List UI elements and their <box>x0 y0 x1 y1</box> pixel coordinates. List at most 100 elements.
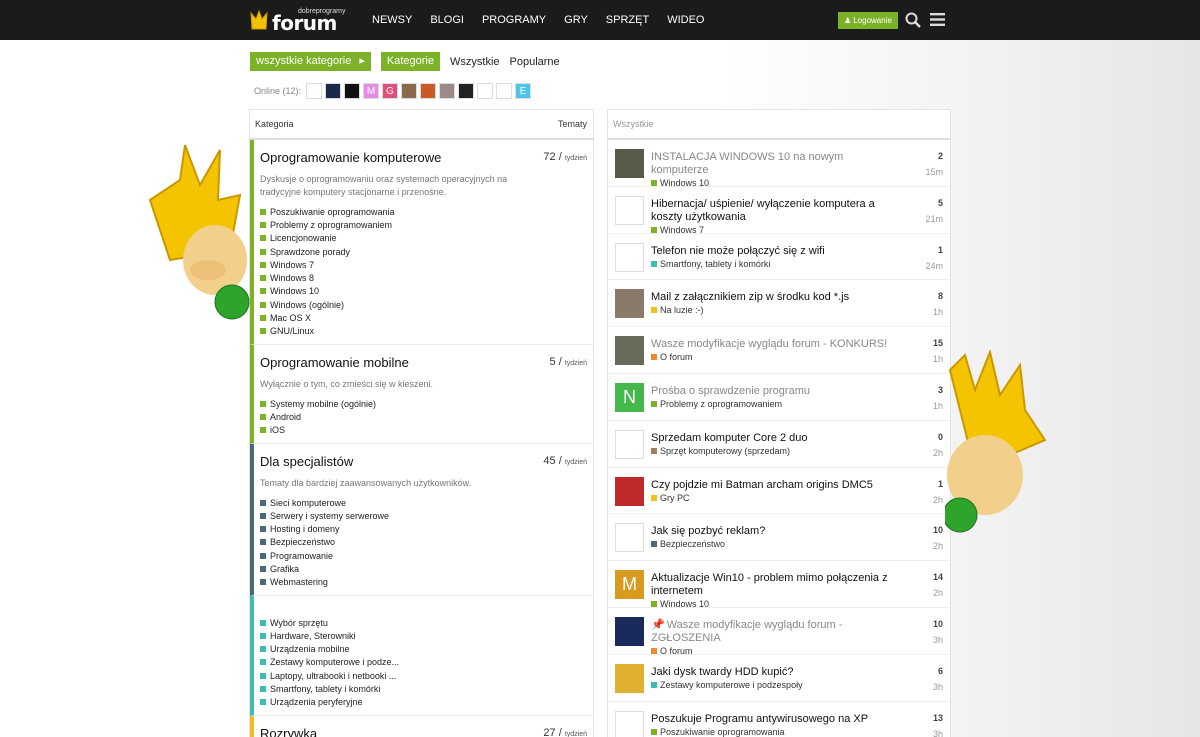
subcategory-link[interactable]: Wybór sprzętu <box>260 616 585 629</box>
topic-category[interactable]: Sprzęt komputerowy (sprzedam) <box>651 446 950 456</box>
topic-row[interactable]: Poszukuje Programu antywirusowego na XP P… <box>608 702 950 737</box>
nav-wideo[interactable]: WIDEO <box>667 14 704 26</box>
category-title[interactable]: Oprogramowanie komputerowe <box>260 150 585 165</box>
subcategory-link[interactable]: Windows 7 <box>260 258 585 271</box>
topic-author-avatar[interactable] <box>615 195 644 225</box>
nav-blogi[interactable]: BLOGI <box>430 14 464 26</box>
hamburger-menu-icon[interactable] <box>930 13 945 29</box>
subcategory-link[interactable]: Windows (ogólnie) <box>260 298 585 311</box>
topic-author-avatar[interactable] <box>615 149 644 178</box>
topic-category[interactable]: Zestawy komputerowe i podzespoły <box>651 680 950 690</box>
topic-title[interactable]: Hibernacja/ uśpienie/ wyłączenie kompute… <box>651 187 901 224</box>
subcategory-link[interactable]: Urządzenia peryferyjne <box>260 696 585 709</box>
subcategory-link[interactable]: Mac OS X <box>260 311 585 324</box>
subcategory-link[interactable]: Hosting i domeny <box>260 522 585 535</box>
subcategory-link[interactable]: Sieci komputerowe <box>260 496 585 509</box>
topic-author-avatar[interactable] <box>615 429 644 459</box>
topic-author-avatar[interactable] <box>615 476 644 506</box>
online-user-avatar[interactable]: G <box>382 83 399 99</box>
tab-kategorie[interactable]: Kategorie <box>380 52 440 71</box>
topic-row[interactable]: Wasze modyfikacje wyglądu forum - KONKUR… <box>608 327 950 374</box>
online-user-avatar[interactable] <box>420 83 437 99</box>
subcategory-link[interactable]: Bezpieczeństwo <box>260 536 585 549</box>
topic-title[interactable]: Wasze modyfikacje wyglądu forum - KONKUR… <box>651 327 901 351</box>
topic-title[interactable]: Sprzedam komputer Core 2 duo <box>651 421 901 445</box>
topic-row[interactable]: Hibernacja/ uśpienie/ wyłączenie kompute… <box>608 187 950 235</box>
subcategory-link[interactable]: Windows 10 <box>260 285 585 298</box>
subcategory-link[interactable]: Problemy z oprogramowaniem <box>260 218 585 231</box>
topic-row[interactable]: Mail z załącznikiem zip w środku kod *.j… <box>608 280 950 328</box>
topic-row[interactable]: M Aktualizacje Win10 - problem mimo połąc… <box>608 561 950 609</box>
online-user-avatar[interactable]: E <box>515 83 532 99</box>
topic-title[interactable]: INSTALACJA WINDOWS 10 na nowym komputerz… <box>651 140 901 177</box>
topic-title[interactable]: Czy pojdzie mi Batman archam origins DMC… <box>651 468 901 492</box>
topic-title[interactable]: Jak się pozbyć reklam? <box>651 514 901 538</box>
subcategory-link[interactable]: Grafika <box>260 562 585 575</box>
topic-row[interactable]: 📌 Wasze modyfikacje wyglądu forum - ZGŁOS… <box>608 608 950 656</box>
subcategory-link[interactable]: iOS <box>260 424 585 437</box>
topic-title[interactable]: Telefon nie może połączyć się z wifi <box>651 234 901 258</box>
subcategory-link[interactable]: Laptopy, ultrabooki i netbooki ... <box>260 669 585 682</box>
topic-author-avatar[interactable] <box>615 710 644 737</box>
subcategory-link[interactable]: Sprawdzone porady <box>260 245 585 258</box>
online-user-avatar[interactable] <box>344 83 361 99</box>
nav-newsy[interactable]: NEWSY <box>372 14 412 26</box>
topic-title[interactable]: Poszukuje Programu antywirusowego na XP <box>651 702 901 726</box>
topic-category[interactable]: Problemy z oprogramowaniem <box>651 399 950 409</box>
login-button[interactable]: ♟ Logowanie <box>838 12 898 29</box>
category-dropdown[interactable]: wszystkie kategorie ▸ <box>250 52 371 71</box>
topic-category[interactable]: Bezpieczeństwo <box>651 539 950 549</box>
subcategory-link[interactable]: Urządzenia mobilne <box>260 643 585 656</box>
subcategory-link[interactable]: Android <box>260 410 585 423</box>
topic-author-avatar[interactable]: M <box>615 570 644 600</box>
topic-author-avatar[interactable] <box>615 289 644 319</box>
online-user-avatar[interactable] <box>496 83 513 99</box>
subcategory-link[interactable]: Zestawy komputerowe i podze... <box>260 656 585 669</box>
topic-row[interactable]: Telefon nie może połączyć się z wifi Smar… <box>608 234 950 281</box>
subcategory-link[interactable]: GNU/Linux <box>260 325 585 338</box>
subcategory-link[interactable]: Serwery i systemy serwerowe <box>260 509 585 522</box>
topic-title[interactable]: Jaki dysk twardy HDD kupić? <box>651 655 901 679</box>
nav-gry[interactable]: GRY <box>564 14 588 26</box>
nav-programy[interactable]: PROGRAMY <box>482 14 546 26</box>
topic-author-avatar[interactable] <box>615 242 644 272</box>
online-user-avatar[interactable]: M <box>363 83 380 99</box>
topic-author-avatar[interactable] <box>615 663 644 693</box>
subcategory-link[interactable]: Licencjonowanie <box>260 232 585 245</box>
subcategory-link[interactable]: Smartfony, tablety i komórki <box>260 682 585 695</box>
topic-category[interactable]: Smartfony, tablety i komórki <box>651 259 950 269</box>
topic-author-avatar[interactable] <box>615 336 644 366</box>
topic-row[interactable]: INSTALACJA WINDOWS 10 na nowym komputerz… <box>608 140 950 188</box>
topic-title[interactable]: 📌 Wasze modyfikacje wyglądu forum - ZGŁOS… <box>651 608 901 645</box>
topic-category[interactable]: Na luzie :-) <box>651 305 950 315</box>
online-user-avatar[interactable] <box>477 83 494 99</box>
category-title[interactable]: Oprogramowanie mobilne <box>260 355 585 370</box>
topic-row[interactable]: Sprzedam komputer Core 2 duo Sprzęt kompu… <box>608 421 950 468</box>
tab-popularne[interactable]: Popularne <box>510 56 560 68</box>
category-title[interactable]: Rozrywka <box>260 726 585 737</box>
subcategory-link[interactable]: Poszukiwanie oprogramowania <box>260 205 585 218</box>
online-user-avatar[interactable] <box>439 83 456 99</box>
online-user-avatar[interactable] <box>401 83 418 99</box>
subcategory-link[interactable]: Windows 8 <box>260 271 585 284</box>
topic-author-avatar[interactable] <box>615 616 644 646</box>
subcategory-link[interactable]: Systemy mobilne (ogólnie) <box>260 397 585 410</box>
subcategory-link[interactable]: Hardware, Sterowniki <box>260 629 585 642</box>
topic-author-avatar[interactable]: N <box>615 382 644 412</box>
topic-category[interactable]: Poszukiwanie oprogramowania <box>651 727 950 737</box>
topic-author-avatar[interactable] <box>615 523 644 553</box>
site-logo[interactable]: dobreprogramy forum <box>250 6 345 35</box>
topic-row[interactable]: Czy pojdzie mi Batman archam origins DMC… <box>608 468 950 515</box>
topic-row[interactable]: N Prośba o sprawdzenie programu Problemy z… <box>608 374 950 421</box>
topic-row[interactable]: Jaki dysk twardy HDD kupić? Zestawy kompu… <box>608 655 950 702</box>
topic-category[interactable]: O forum <box>651 352 950 362</box>
search-icon[interactable] <box>905 12 921 31</box>
topic-title[interactable]: Mail z załącznikiem zip w środku kod *.j… <box>651 280 901 304</box>
subcategory-link[interactable]: Programowanie <box>260 549 585 562</box>
topic-row[interactable]: Jak się pozbyć reklam? Bezpieczeństwo 10 2h <box>608 514 950 562</box>
nav-sprzet[interactable]: SPRZĘT <box>606 14 649 26</box>
online-user-avatar[interactable] <box>458 83 475 99</box>
online-user-avatar[interactable] <box>306 83 323 99</box>
subcategory-link[interactable]: Webmastering <box>260 576 585 589</box>
topic-category[interactable]: Gry PC <box>651 493 950 503</box>
